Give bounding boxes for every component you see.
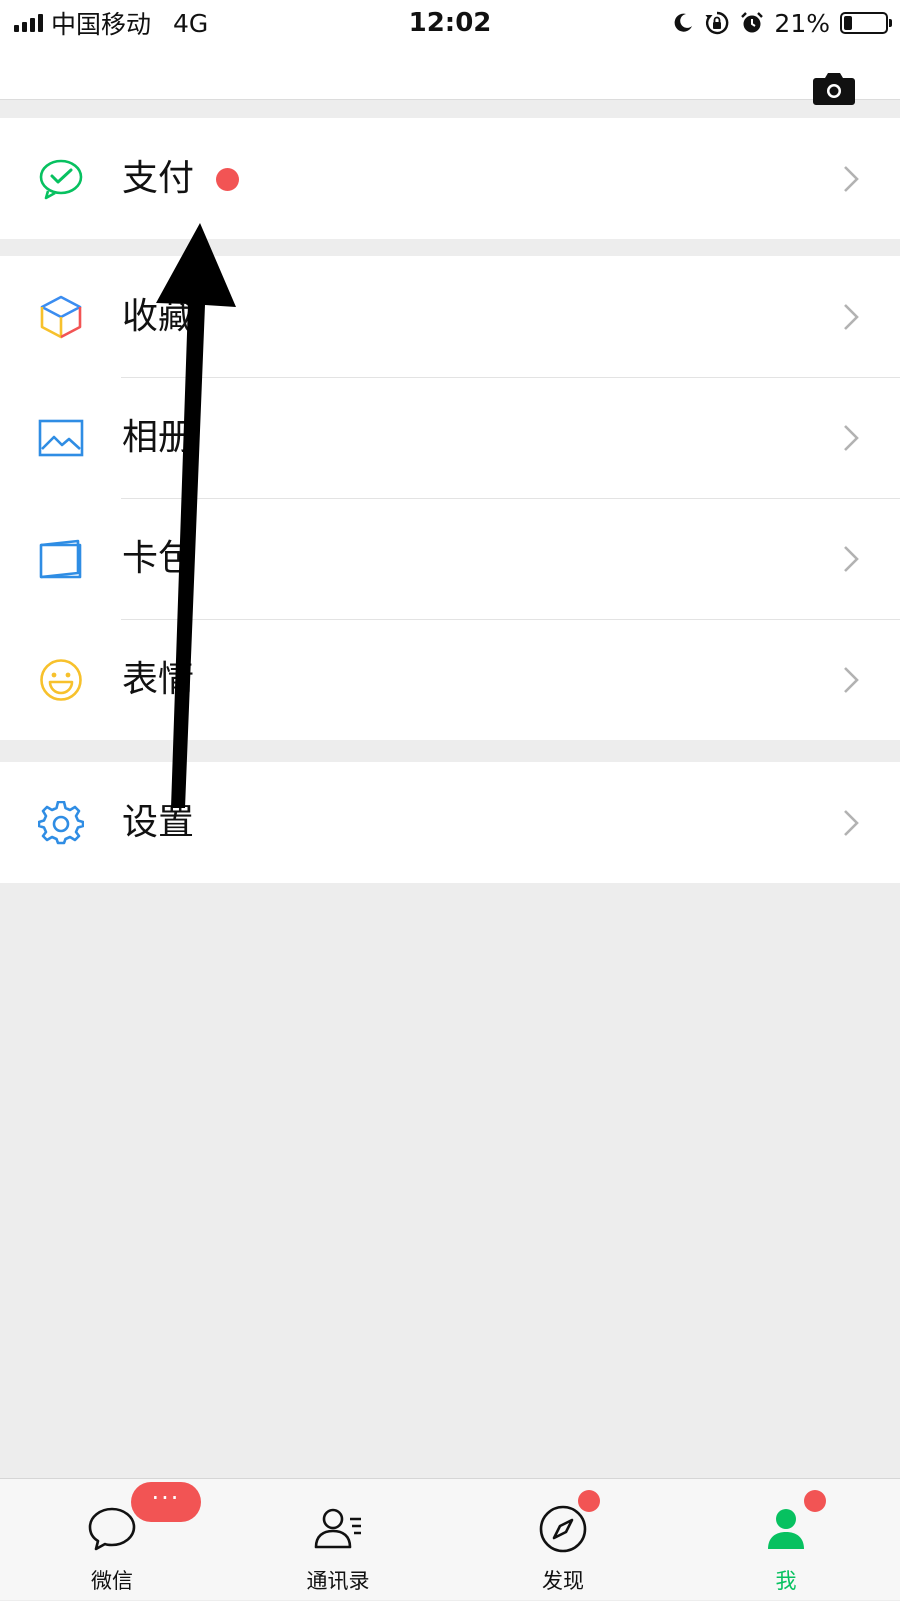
tab-contacts[interactable]: 通讯录: [268, 1479, 408, 1601]
tab-label-contacts: 通讯录: [306, 1569, 370, 1593]
contacts-icon: [314, 1508, 361, 1549]
chevron-right-icon: [844, 546, 859, 572]
tab-me[interactable]: 我: [716, 1479, 856, 1601]
me-person-icon: [768, 1509, 804, 1549]
compass-icon: [539, 1505, 587, 1553]
menu-group-content: 收藏 相册 卡包 表情: [0, 256, 900, 740]
card-wallet-icon: [39, 539, 82, 579]
menu-label-album: 相册: [122, 417, 195, 458]
menu-label-stickers: 表情: [122, 659, 195, 700]
camera-icon[interactable]: [812, 72, 856, 106]
tab-label-me: 我: [775, 1569, 797, 1593]
chevron-right-icon: [844, 304, 859, 330]
status-bar: 中国移动 4G 12:02 21%: [0, 0, 900, 46]
menu-item-album[interactable]: 相册: [0, 377, 900, 498]
emoji-smile-icon: [40, 659, 82, 701]
rotation-lock-icon: [705, 11, 729, 35]
battery-icon: [840, 12, 892, 34]
menu-item-favorites[interactable]: 收藏: [0, 256, 900, 377]
pay-notification-dot: [216, 168, 239, 191]
menu-group-settings: 设置: [0, 762, 900, 883]
header-bar: [0, 46, 900, 105]
chats-unread-badge: ···: [131, 1482, 201, 1522]
tab-label-chats: 微信: [91, 1569, 133, 1593]
menu-label-settings: 设置: [122, 802, 195, 843]
favorites-cube-icon: [40, 295, 82, 339]
settings-gear-icon: [38, 801, 84, 845]
menu-label-cards: 卡包: [122, 538, 195, 579]
menu-item-pay[interactable]: 支付: [0, 118, 900, 239]
menu-item-stickers[interactable]: 表情: [0, 619, 900, 740]
menu-group-pay: 支付: [0, 118, 900, 239]
discover-notification-dot: [578, 1490, 600, 1512]
battery-percent: 21%: [774, 8, 830, 38]
chat-bubble-icon: [88, 1507, 136, 1551]
menu-label-favorites: 收藏: [122, 296, 195, 337]
battery-level: [844, 16, 852, 30]
chevron-right-icon: [844, 166, 859, 192]
chevron-right-icon: [844, 425, 859, 451]
tab-label-discover: 发现: [542, 1569, 584, 1593]
menu-item-cards[interactable]: 卡包: [0, 498, 900, 619]
me-notification-dot: [804, 1490, 826, 1512]
do-not-disturb-moon-icon: [675, 13, 693, 32]
pay-icon: [39, 159, 83, 200]
album-icon: [38, 419, 84, 457]
status-right: 21%: [672, 6, 892, 40]
menu-item-settings[interactable]: 设置: [0, 762, 900, 883]
tab-discover[interactable]: 发现: [493, 1479, 633, 1601]
chevron-right-icon: [844, 667, 859, 693]
menu-label-pay: 支付: [122, 158, 195, 199]
chevron-right-icon: [844, 810, 859, 836]
alarm-clock-icon: [741, 12, 764, 33]
